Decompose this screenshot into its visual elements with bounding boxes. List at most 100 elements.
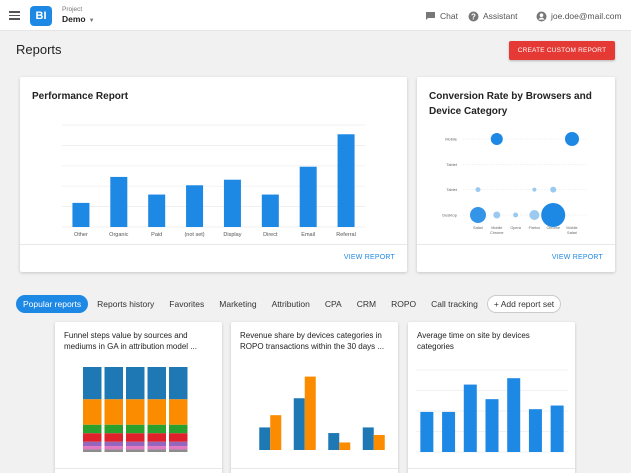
- stacked-bar-segment: [169, 433, 188, 442]
- chat-button[interactable]: Chat: [425, 9, 458, 23]
- app-logo[interactable]: BI: [30, 6, 52, 26]
- stacked-bar-segment: [83, 449, 102, 452]
- bar-series-2: [339, 442, 351, 450]
- stacked-bar-segment: [104, 399, 123, 425]
- revenue-chart: [259, 376, 385, 450]
- tab-favorites[interactable]: Favorites: [163, 295, 210, 313]
- stacked-bar-segment: [126, 399, 145, 425]
- x-tick-label: Safari: [567, 231, 577, 235]
- bar-notset: [186, 185, 204, 227]
- tab-cpa[interactable]: CPA: [319, 295, 348, 313]
- bar: [528, 409, 542, 452]
- bubble: [490, 133, 503, 145]
- average-time-card[interactable]: Average time on site by devices categorie…: [408, 322, 575, 473]
- menu-icon[interactable]: [9, 11, 20, 20]
- tab-attribution[interactable]: Attribution: [266, 295, 316, 313]
- bar: [463, 384, 477, 452]
- view-report-link[interactable]: VIEW REPORT: [344, 254, 395, 261]
- user-email: joe.doe@mail.com: [551, 11, 622, 21]
- assistant-button[interactable]: ? Assistant: [468, 9, 518, 23]
- x-tick-label: Chrome: [490, 231, 504, 235]
- add-report-set-button[interactable]: + Add report set: [486, 295, 562, 313]
- stacked-bar-segment: [147, 446, 166, 450]
- card-title: Conversion Rate by Browsers and Device Ca…: [429, 89, 592, 119]
- bar-organic: [110, 176, 128, 227]
- stacked-bar-segment: [147, 367, 166, 400]
- bubble: [550, 186, 557, 193]
- tab-popular-reports[interactable]: Popular reports: [16, 295, 89, 313]
- performance-chart: Other Organic Paid (not set) Display Direct Em…: [62, 124, 365, 238]
- stacked-bar-segment: [104, 441, 123, 447]
- stacked-bar-segment: [104, 367, 123, 400]
- top-bar: BI Project Demo ▼ Chat ? Assistant joe.do…: [0, 0, 631, 31]
- chat-label: Chat: [440, 11, 458, 21]
- stacked-bar-segment: [126, 433, 145, 442]
- card-footer: [55, 468, 222, 473]
- svg-text:?: ?: [471, 12, 476, 21]
- stacked-bar-segment: [104, 424, 123, 434]
- bar-series-1: [259, 427, 271, 450]
- stacked-bar-segment: [83, 446, 102, 450]
- tab-call-tracking[interactable]: Call tracking: [425, 295, 484, 313]
- project-caption: Project: [62, 6, 83, 13]
- stacked-bar-segment: [104, 446, 123, 450]
- create-custom-report-button[interactable]: CREATE CUSTOM REPORT: [509, 41, 615, 60]
- bubble: [529, 210, 540, 220]
- project-name-label: Demo: [62, 14, 86, 24]
- card-title-line-1: Average time on site by devices: [417, 331, 530, 340]
- card-footer: [231, 468, 398, 473]
- x-tick-label: Opera: [510, 226, 521, 230]
- tab-crm[interactable]: CRM: [351, 295, 382, 313]
- stacked-bar-segment: [147, 441, 166, 447]
- stacked-bar-segment: [126, 446, 145, 450]
- funnel-steps-card[interactable]: Funnel steps value by sources and mediums…: [55, 322, 222, 473]
- card-title-line-2: categories: [417, 342, 454, 351]
- stacked-bar-segment: [169, 399, 188, 425]
- x-tick-label: Organic: [109, 232, 129, 238]
- performance-report-card[interactable]: Performance Report Other Organic Paid (not …: [20, 77, 407, 272]
- bar-email: [299, 166, 317, 227]
- y-tick-label: Tablet: [446, 187, 458, 192]
- stacked-bar-segment: [126, 449, 145, 452]
- stacked-bar-segment: [83, 424, 102, 434]
- project-selector[interactable]: Project Demo ▼: [62, 6, 95, 27]
- chevron-down-icon: ▼: [88, 18, 95, 24]
- card-title-line-2: Device Category: [429, 106, 508, 117]
- bubble: [541, 203, 566, 227]
- x-tick-label: Other: [74, 232, 88, 238]
- conversion-rate-card[interactable]: Conversion Rate by Browsers and Device Ca…: [417, 77, 615, 272]
- tab-reports-history[interactable]: Reports history: [91, 295, 160, 313]
- x-tick-label: Email: [301, 232, 315, 238]
- chat-icon: [426, 12, 435, 20]
- stacked-bar-segment: [83, 433, 102, 442]
- bubble: [493, 211, 501, 219]
- project-name[interactable]: Demo ▼: [62, 14, 95, 27]
- bubble: [565, 132, 579, 146]
- user-menu[interactable]: joe.doe@mail.com: [536, 9, 622, 23]
- revenue-share-card[interactable]: Revenue share by devices categories in RO…: [231, 322, 398, 473]
- tab-ropo[interactable]: ROPO: [385, 295, 422, 313]
- bar: [550, 405, 564, 452]
- stacked-bar-segment: [147, 424, 166, 434]
- x-tick-label: (not set): [184, 232, 204, 238]
- x-tick-label: Mobile: [491, 226, 502, 230]
- y-tick-label: Mobile: [445, 137, 458, 142]
- stacked-bar-segment: [83, 367, 102, 400]
- bar-series-1: [293, 398, 305, 450]
- bar-paid: [148, 194, 166, 227]
- card-title: Performance Report: [32, 91, 129, 102]
- tab-marketing[interactable]: Marketing: [213, 295, 262, 313]
- average-time-chart: [416, 369, 568, 453]
- bar: [485, 399, 499, 452]
- stacked-bar-segment: [83, 399, 102, 425]
- x-tick-label: Mobile: [566, 226, 577, 230]
- card-title: Funnel steps value by sources and mediums…: [64, 330, 213, 352]
- view-report-link[interactable]: VIEW REPORT: [552, 254, 603, 261]
- bubble: [532, 187, 537, 192]
- assistant-label: Assistant: [483, 11, 518, 21]
- stacked-bar-segment: [147, 433, 166, 442]
- bar-display: [223, 179, 241, 227]
- x-tick-label: Paid: [151, 232, 162, 238]
- stacked-bar-segment: [169, 367, 188, 400]
- x-tick-label: Firefox: [529, 226, 541, 230]
